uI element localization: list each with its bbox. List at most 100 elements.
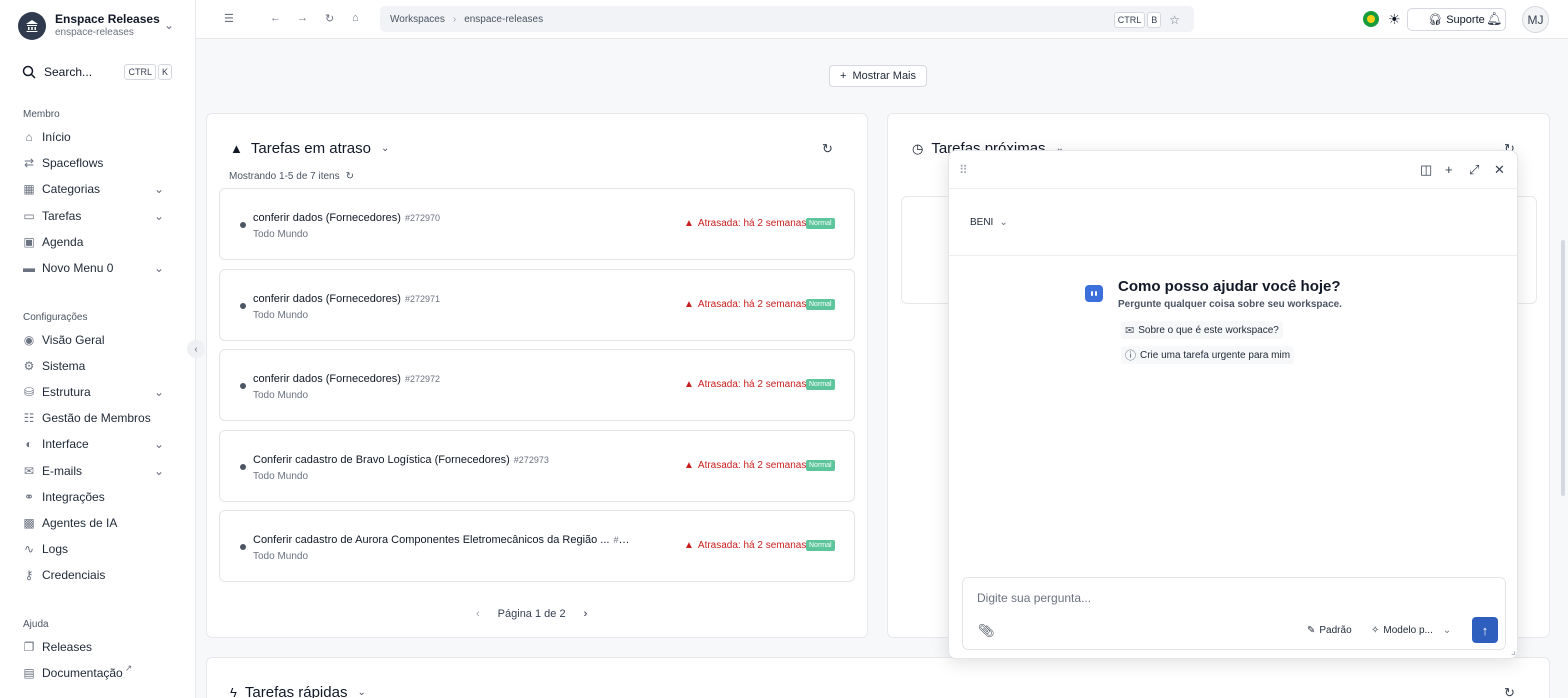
- search-button[interactable]: Search... CTRL K: [22, 62, 172, 82]
- sidebar-item[interactable]: ▭ Tarefas ⌄: [22, 206, 164, 226]
- integration-icon: ⚭: [23, 489, 35, 504]
- sidebar-item[interactable]: ◐ Interface ⌄: [22, 434, 164, 454]
- home-icon[interactable]: ⌂: [352, 12, 359, 24]
- sidebar-item-label: Gestão de Membros: [42, 411, 151, 426]
- task-name: conferir dados (Fornecedores): [253, 373, 401, 385]
- sidebar-item[interactable]: ▦ Categorias ⌄: [22, 179, 164, 199]
- close-icon[interactable]: ✕: [1494, 162, 1505, 178]
- sidebar-item[interactable]: ❐ Releases: [22, 637, 164, 657]
- flow-icon: ⇄: [23, 156, 35, 171]
- breadcrumb-item[interactable]: Workspaces: [390, 14, 445, 25]
- brazil-flag-icon[interactable]: [1363, 11, 1379, 27]
- show-more-button[interactable]: + Mostrar Mais: [829, 65, 927, 87]
- avatar[interactable]: MJ: [1522, 6, 1549, 33]
- scrollbar[interactable]: [1561, 240, 1565, 496]
- task-card[interactable]: Conferir cadastro de Bravo Logística (Fo…: [219, 429, 855, 502]
- sidebar-item[interactable]: ▬ Novo Menu 0 ⌄: [22, 258, 164, 278]
- mail-icon: ✉: [23, 463, 35, 478]
- star-icon[interactable]: ☆: [1169, 13, 1180, 27]
- priority-badge: Normal: [806, 459, 835, 471]
- refresh-icon[interactable]: ↻: [1504, 685, 1515, 698]
- sidebar-item[interactable]: ⌂ Início: [22, 127, 164, 147]
- expand-icon[interactable]: ⤢: [1469, 162, 1479, 178]
- suggestion-chip[interactable]: ✉ Sobre o que é este workspace?: [1121, 321, 1283, 339]
- sidebar-item[interactable]: ⚙ Sistema: [22, 356, 164, 376]
- chevron-down-icon: ⌄: [153, 437, 164, 452]
- task-card[interactable]: conferir dados (Fornecedores) #272970 Todo…: [219, 188, 855, 260]
- mode-selector[interactable]: ✎ Padrão: [1307, 625, 1352, 636]
- breadcrumb-item[interactable]: enspace-releases: [464, 14, 543, 25]
- sidebar-item[interactable]: ⚭ Integrações: [22, 487, 164, 507]
- sidebar: Enspace Releases enspace-releases ⌄ Sear…: [0, 0, 196, 698]
- sidebar-item[interactable]: ▤ Documentação ↗: [22, 663, 164, 683]
- refresh-icon[interactable]: ↻: [822, 141, 833, 157]
- overdue-prefix: Atrasada:: [697, 218, 741, 229]
- overdue-value: há 2 semanas: [743, 379, 807, 390]
- refresh-icon[interactable]: ↻: [346, 171, 354, 182]
- chat-header: ⠿ ◫ + ⤢ ✕: [949, 151, 1517, 189]
- collapse-sidebar-button[interactable]: ‹: [187, 340, 205, 358]
- back-icon[interactable]: ←: [270, 12, 281, 24]
- priority-badge: Normal: [806, 218, 835, 229]
- panel-toggle-icon[interactable]: ☰: [224, 12, 234, 25]
- doc-icon: ▤: [23, 666, 35, 680]
- chat-greeting: Como posso ajudar você hoje?: [1118, 278, 1341, 295]
- status-dot: [240, 302, 246, 309]
- quick-title-text: Tarefas rápidas: [244, 684, 348, 698]
- sidebar-item[interactable]: ☷ Gestão de Membros: [22, 408, 164, 428]
- shortcut-key: CTRL: [124, 64, 156, 80]
- priority-badge: Normal: [806, 540, 835, 551]
- overdue-title-text: Tarefas em atraso: [250, 140, 371, 157]
- overdue-prefix: Atrasada:: [697, 379, 741, 390]
- resize-handle-icon[interactable]: ⌟: [1511, 644, 1516, 657]
- sidebar-item[interactable]: ◉ Visão Geral: [22, 330, 164, 350]
- chevron-left-icon[interactable]: ‹: [476, 608, 480, 620]
- warning-icon: ▲: [684, 218, 694, 229]
- overdue-panel-title[interactable]: ▲ Tarefas em atraso ⌄: [230, 140, 389, 157]
- items-count-text: Mostrando 1-5 de 7 itens: [229, 171, 340, 182]
- chat-input[interactable]: Digite sua pergunta...: [977, 591, 1091, 605]
- sidebar-item[interactable]: ∿ Logs: [22, 539, 164, 559]
- sidebar-item[interactable]: ⇄ Spaceflows: [22, 153, 164, 173]
- task-title: conferir dados (Fornecedores) #272971: [253, 293, 440, 305]
- task-card[interactable]: conferir dados (Fornecedores) #272971 Todo…: [219, 268, 855, 341]
- task-card[interactable]: conferir dados (Fornecedores) #272972 Todo…: [219, 349, 855, 421]
- chevron-down-icon: ⌄: [153, 463, 164, 478]
- task-name: conferir dados (Fornecedores): [253, 212, 401, 224]
- chevron-down-icon: ⌄: [153, 182, 164, 197]
- agent-name: BENI: [970, 217, 994, 228]
- workspace-switcher[interactable]: Enspace Releases enspace-releases ⌄: [18, 10, 178, 42]
- paperclip-icon[interactable]: 📎︎: [978, 623, 995, 639]
- forward-icon[interactable]: →: [297, 12, 308, 24]
- chat-composer: Digite sua pergunta... 📎︎ ✎ Padrão ✧ Mod…: [962, 577, 1506, 650]
- model-selector[interactable]: ✧ Modelo p... ⌄: [1371, 625, 1451, 636]
- sidebar-item[interactable]: ▩ Agentes de IA: [22, 513, 164, 533]
- workspace-name: Enspace Releases: [55, 12, 160, 27]
- task-assignee: Todo Mundo: [253, 470, 309, 482]
- warning-icon: ▲: [230, 141, 243, 156]
- sidebar-item-label: Agenda: [42, 234, 84, 249]
- drag-handle-icon[interactable]: ⠿: [959, 163, 968, 177]
- sun-icon[interactable]: ☀: [1388, 11, 1401, 28]
- task-card[interactable]: Conferir cadastro de Aurora Componentes …: [219, 510, 855, 582]
- reload-icon[interactable]: ↻: [325, 12, 334, 25]
- warning-icon: ▲: [684, 540, 694, 551]
- sidebar-item[interactable]: ⚷ Credenciais: [22, 565, 164, 585]
- send-button[interactable]: ↑: [1472, 617, 1498, 643]
- suggestion-chip[interactable]: ⓘ Crie uma tarefa urgente para mim: [1121, 346, 1295, 364]
- workspace-logo-icon: [18, 12, 46, 40]
- sidebar-item-label: Novo Menu 0: [42, 261, 114, 275]
- chevron-right-icon[interactable]: ›: [584, 608, 588, 620]
- sidebar-item[interactable]: ⛁ Estrutura ⌄: [22, 382, 164, 402]
- chevron-left-icon: ‹: [194, 343, 198, 355]
- quick-tasks-panel: [206, 657, 1550, 698]
- sidebar-layout-icon[interactable]: ◫: [1420, 162, 1432, 178]
- sidebar-item[interactable]: ✉ E-mails ⌄: [22, 461, 164, 481]
- sidebar-item[interactable]: ▣ Agenda: [22, 232, 164, 252]
- bell-icon[interactable]: 🔔︎: [1486, 11, 1503, 27]
- overdue-prefix: Atrasada:: [697, 298, 741, 310]
- quick-panel-title[interactable]: ϟ Tarefas rápidas ⌄: [230, 684, 366, 698]
- plus-icon[interactable]: +: [1445, 162, 1453, 177]
- agent-selector[interactable]: BENI ⌄: [970, 217, 1008, 228]
- task-name: Conferir cadastro de Aurora Componentes …: [253, 534, 610, 546]
